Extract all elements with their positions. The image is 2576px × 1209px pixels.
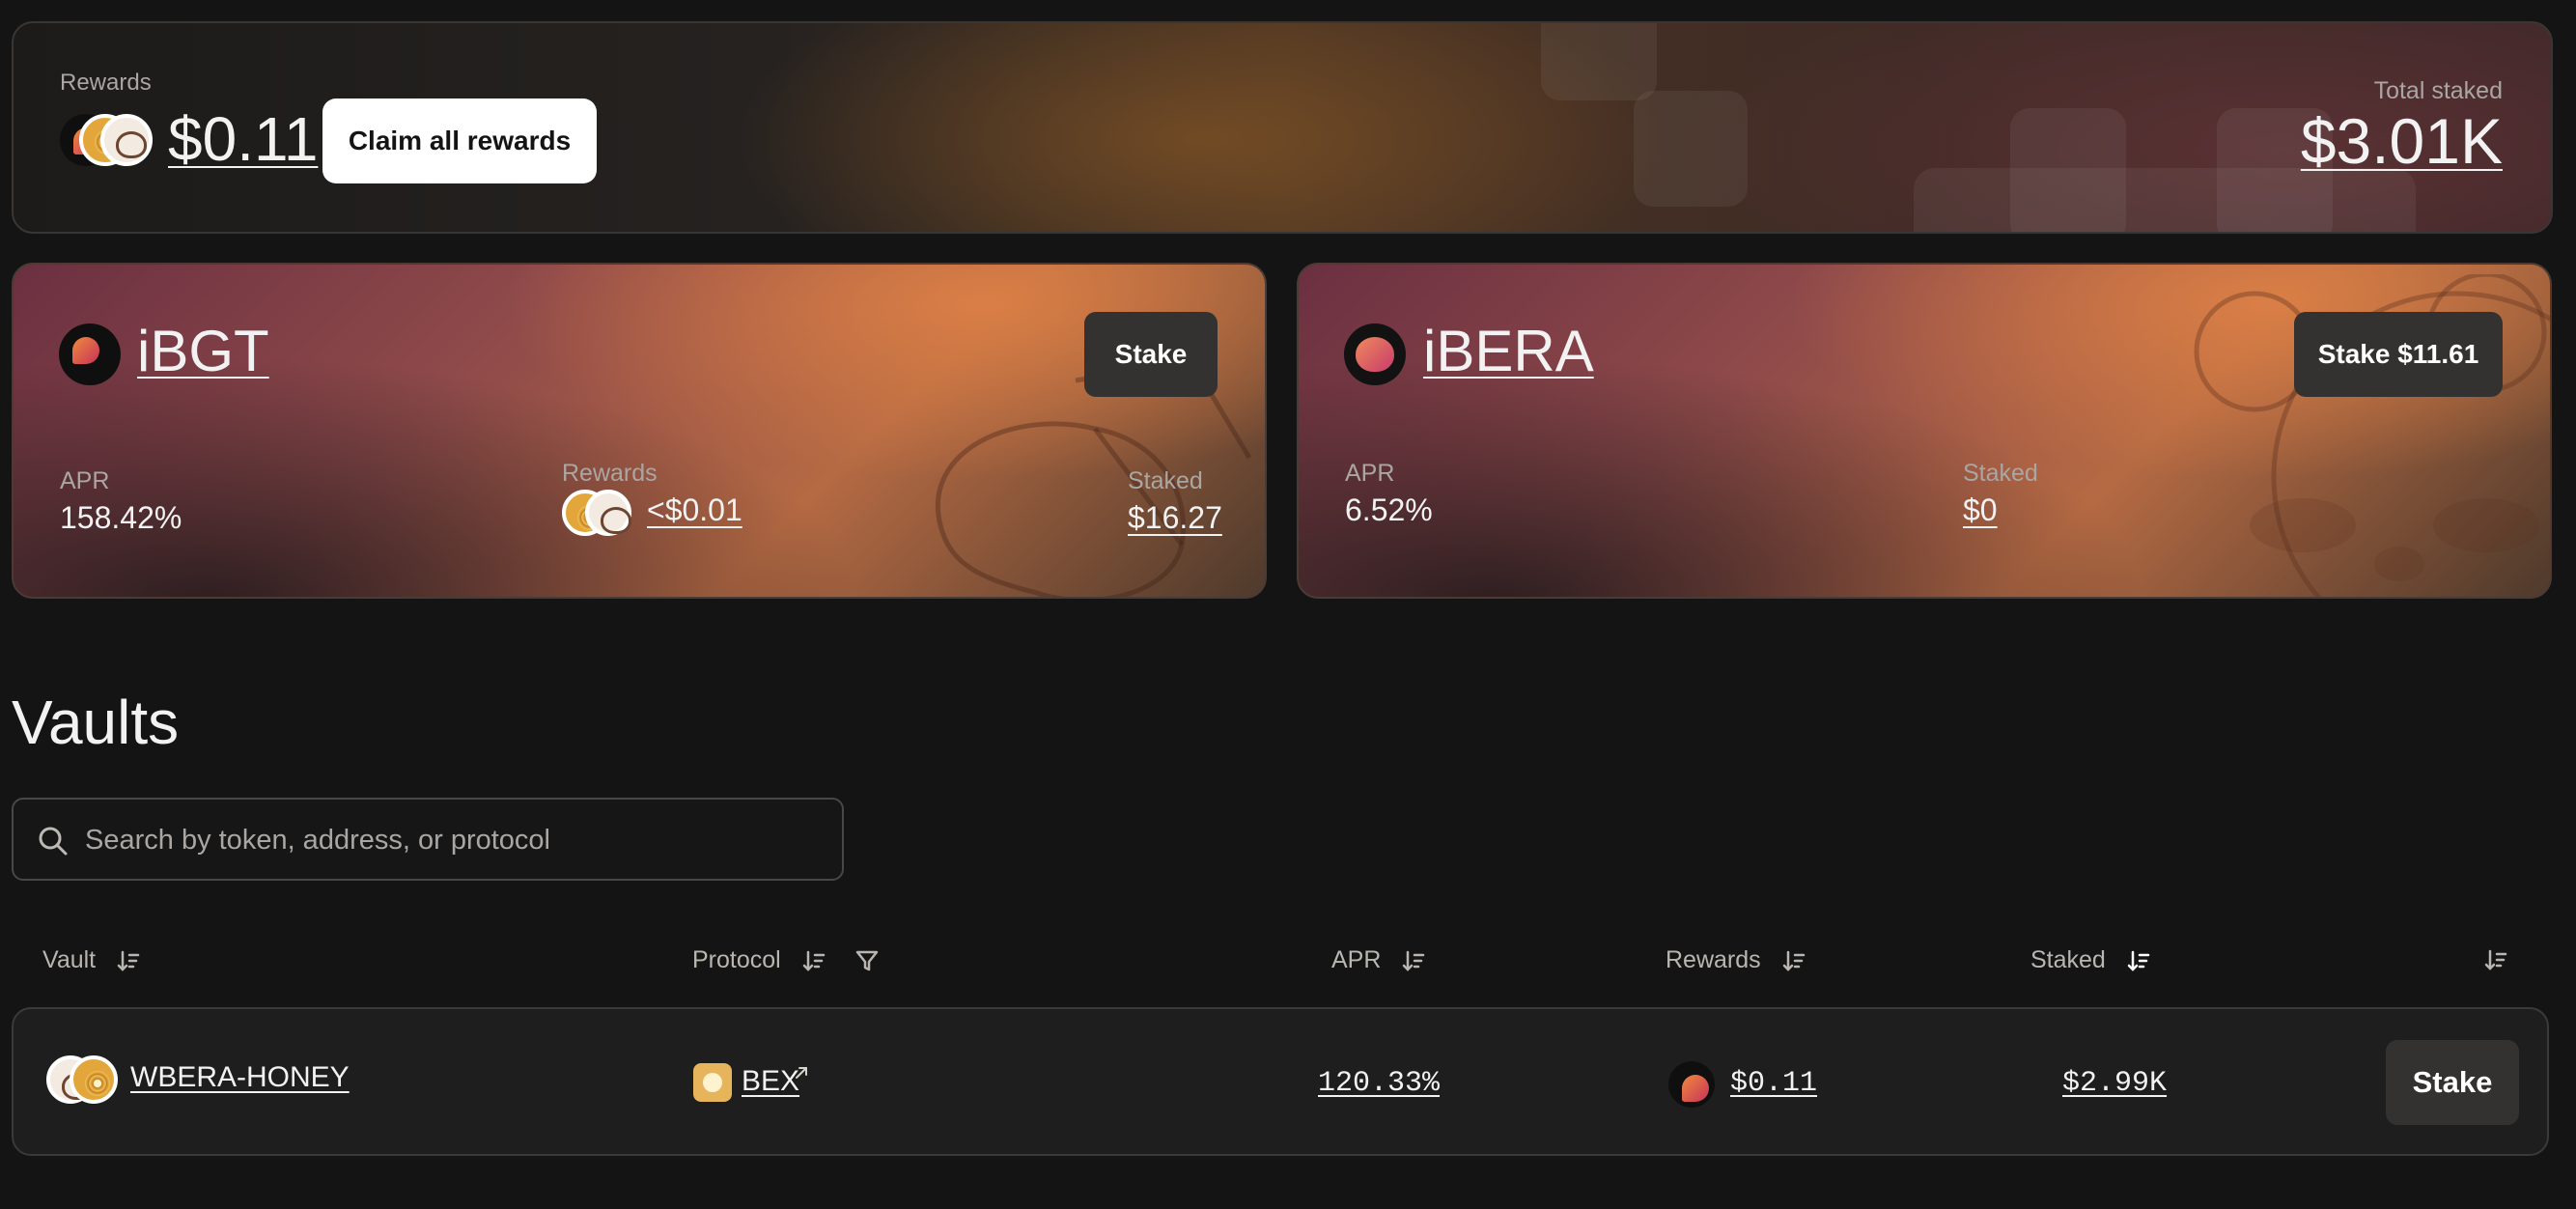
reward-token-stack [58, 112, 154, 172]
ibera-token-icon [1344, 323, 1406, 385]
ibera-staked-label: Staked [1963, 460, 2038, 487]
ibgt-apr-label: APR [60, 467, 110, 494]
sort-icon[interactable] [801, 948, 826, 973]
sort-icon[interactable] [1401, 948, 1426, 973]
column-header-staked-label: Staked [2030, 946, 2106, 973]
sort-icon[interactable] [1781, 948, 1806, 973]
vault-staked-value[interactable]: $2.99K [2062, 1067, 2167, 1100]
ibera-stake-button[interactable]: Stake $11.61 [2294, 312, 2503, 397]
ibera-staked-value[interactable]: $0 [1963, 492, 1998, 528]
table-row[interactable]: WBERA-HONEY BEX 120.33% $0.11 $2.99K Sta… [12, 1007, 2549, 1156]
vault-search-box[interactable] [12, 798, 844, 881]
column-header-vault[interactable]: Vault [42, 946, 141, 974]
bera-token-icon [585, 490, 631, 536]
vault-token-pair [44, 1054, 120, 1108]
rewards-label: Rewards [60, 70, 152, 96]
external-link-icon[interactable] [794, 1065, 809, 1081]
sort-icon[interactable] [116, 948, 141, 973]
bgt-token-icon [1668, 1061, 1715, 1108]
sort-icon[interactable] [2483, 947, 2508, 972]
ibgt-stake-button[interactable]: Stake [1084, 312, 1218, 397]
filter-icon[interactable] [854, 948, 880, 973]
vault-name-link[interactable]: WBERA-HONEY [130, 1061, 350, 1094]
ibgt-apr-value: 158.42% [60, 500, 182, 535]
vaults-heading: Vaults [12, 688, 180, 757]
vault-apr-value[interactable]: 120.33% [1318, 1067, 1440, 1100]
ibera-title-link[interactable]: iBERA [1423, 317, 1594, 386]
column-header-rewards-label: Rewards [1666, 946, 1761, 973]
ibera-apr-label: APR [1345, 460, 1395, 487]
ibera-apr-value: 6.52% [1345, 492, 1433, 527]
ibgt-card [12, 263, 1267, 599]
ibgt-rewards-value[interactable]: <$0.01 [647, 492, 742, 528]
ibgt-reward-token-stack [560, 488, 633, 538]
column-header-apr[interactable]: APR [1331, 946, 1426, 974]
column-header-apr-label: APR [1331, 946, 1382, 973]
column-header-vault-label: Vault [42, 946, 97, 973]
bera-token-icon [100, 114, 153, 166]
rewards-total-value[interactable]: $0.11 [168, 104, 318, 174]
ibgt-staked-label: Staked [1128, 467, 1203, 494]
column-header-protocol-label: Protocol [692, 946, 781, 973]
search-input[interactable] [83, 813, 821, 867]
ibgt-title-link[interactable]: iBGT [137, 317, 269, 386]
protocol-link[interactable]: BEX [742, 1065, 799, 1098]
vault-rewards-value[interactable]: $0.11 [1730, 1067, 1817, 1100]
claim-all-rewards-button[interactable]: Claim all rewards [322, 98, 597, 183]
total-staked-label: Total staked [2373, 77, 2503, 104]
column-header-staked[interactable]: Staked [2030, 946, 2151, 974]
search-icon [39, 827, 68, 856]
bex-protocol-icon [693, 1063, 732, 1102]
ibgt-token-icon [59, 323, 121, 385]
vault-stake-button[interactable]: Stake [2386, 1040, 2519, 1125]
sort-icon-active[interactable] [2126, 948, 2151, 973]
total-staked-value[interactable]: $3.01K [2301, 104, 2503, 178]
column-header-rewards[interactable]: Rewards [1666, 946, 1806, 974]
honey-token-icon [70, 1055, 118, 1104]
column-header-protocol[interactable]: Protocol [692, 946, 880, 974]
ibgt-rewards-label: Rewards [562, 460, 658, 487]
ibgt-staked-value[interactable]: $16.27 [1128, 500, 1222, 536]
